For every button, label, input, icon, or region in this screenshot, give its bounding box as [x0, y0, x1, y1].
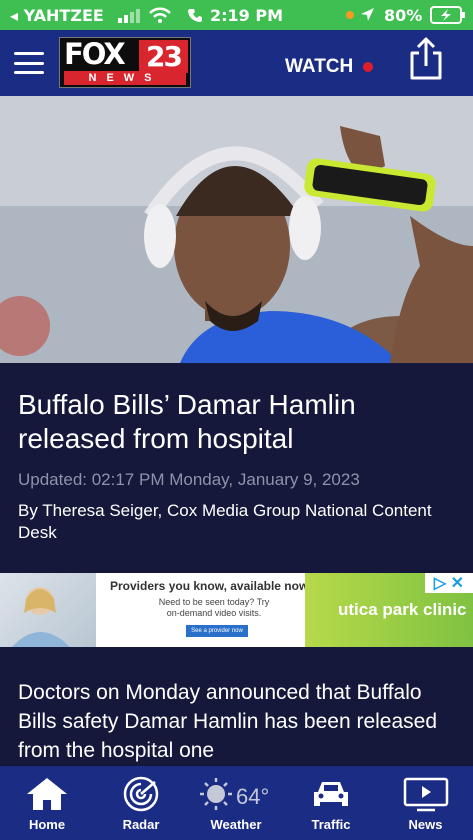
- tab-weather-label: Weather: [210, 817, 262, 832]
- app-header: FOX 23 NEWS WATCH: [0, 30, 473, 96]
- back-to-app-link[interactable]: ◂ YAHTZEE: [10, 6, 104, 25]
- share-icon[interactable]: [408, 36, 444, 80]
- weather-temperature: 64°: [236, 784, 270, 809]
- ad-banner[interactable]: Providers you know, available now. Need …: [0, 573, 473, 647]
- watch-button[interactable]: WATCH: [285, 56, 353, 78]
- car-icon: [314, 782, 348, 806]
- ad-photo: [0, 573, 96, 647]
- logo-text: FOX: [64, 37, 126, 71]
- orange-dot-icon: [346, 11, 354, 19]
- article-byline: By Theresa Seiger, Cox Media Group Natio…: [18, 501, 432, 542]
- ad-person-image: [12, 587, 70, 647]
- ad-brand-name: utica park clinic: [338, 600, 467, 619]
- ad-title: Providers you know, available now.: [110, 579, 312, 593]
- logo-sub: NEWS: [64, 71, 186, 85]
- ad-subtitle: Need to be seen today? Try on-demand vid…: [158, 597, 270, 618]
- status-bar: ◂ YAHTZEE 2:19 PM 80%: [0, 0, 473, 30]
- radar-icon: [123, 776, 159, 812]
- hamburger-menu-icon[interactable]: [14, 52, 44, 74]
- tab-radar[interactable]: Radar: [94, 766, 188, 840]
- player-photo: [0, 96, 473, 363]
- article-hero-image: [0, 96, 473, 363]
- tab-traffic[interactable]: Traffic: [284, 766, 378, 840]
- logo-number: 23: [139, 40, 188, 73]
- bottom-tab-bar: Home Radar 64° Weather Traffic News: [0, 766, 473, 840]
- phone-icon: [188, 9, 202, 22]
- tab-weather[interactable]: 64° Weather: [188, 766, 284, 840]
- tab-home[interactable]: Home: [0, 766, 94, 840]
- tab-home-label: Home: [28, 817, 66, 832]
- ad-close-icon[interactable]: ▷ ✕: [425, 573, 473, 593]
- fox23-news-logo[interactable]: FOX 23 NEWS: [59, 37, 191, 88]
- tab-news[interactable]: News: [378, 766, 473, 840]
- wifi-icon: [149, 7, 171, 23]
- article-body: Doctors on Monday announced that Buffalo…: [18, 681, 438, 762]
- battery-percent: 80%: [384, 6, 423, 25]
- location-arrow-icon: [361, 8, 374, 21]
- tab-traffic-label: Traffic: [311, 817, 351, 832]
- signal-icon: [118, 9, 140, 23]
- tab-radar-label: Radar: [122, 817, 160, 832]
- tab-news-label: News: [408, 817, 443, 832]
- tv-icon: [403, 777, 448, 812]
- article-updated-timestamp: Updated: 02:17 PM Monday, January 9, 202…: [18, 470, 360, 489]
- article-headline: Buffalo Bills’ Damar Hamlin released fro…: [18, 389, 356, 454]
- clock: 2:19 PM: [210, 6, 284, 25]
- sun-icon: [200, 778, 232, 810]
- battery-icon: [430, 6, 465, 24]
- home-icon: [27, 778, 67, 810]
- ad-cta-button[interactable]: See a provider now: [186, 625, 248, 637]
- live-indicator-dot: [363, 62, 373, 72]
